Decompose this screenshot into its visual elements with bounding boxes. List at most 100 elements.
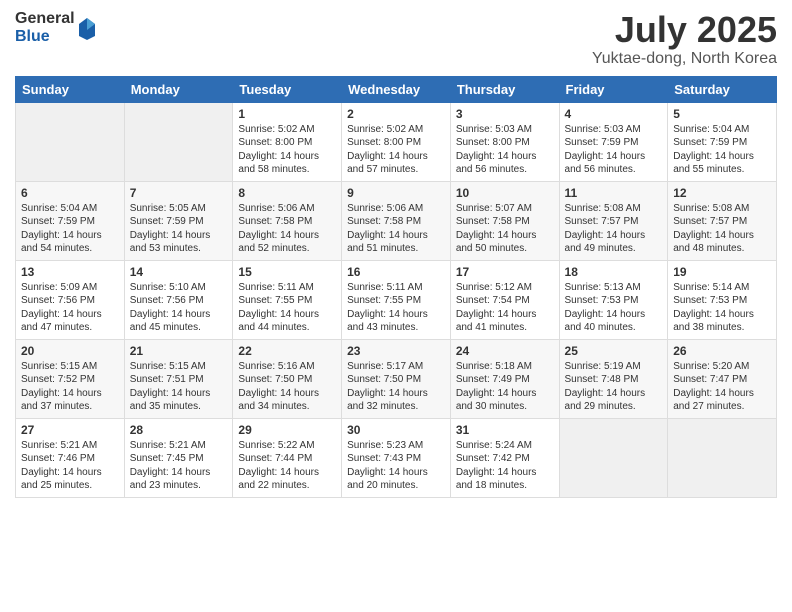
day-number: 8 xyxy=(238,186,336,200)
calendar-cell: 10 Sunrise: 5:07 AMSunset: 7:58 PMDayligh… xyxy=(450,181,559,260)
day-info: Sunrise: 5:22 AMSunset: 7:44 PMDaylight:… xyxy=(238,439,336,493)
day-info: Sunrise: 5:02 AMSunset: 8:00 PMDaylight:… xyxy=(238,123,336,177)
calendar-cell: 15 Sunrise: 5:11 AMSunset: 7:55 PMDayligh… xyxy=(233,260,342,339)
day-number: 1 xyxy=(238,107,336,121)
location-subtitle: Yuktae-dong, North Korea xyxy=(592,50,777,68)
logo: General Blue xyxy=(15,10,97,45)
day-number: 25 xyxy=(565,344,663,358)
day-info: Sunrise: 5:13 AMSunset: 7:53 PMDaylight:… xyxy=(565,281,663,335)
day-number: 28 xyxy=(130,423,228,437)
day-number: 18 xyxy=(565,265,663,279)
day-number: 10 xyxy=(456,186,554,200)
day-number: 12 xyxy=(673,186,771,200)
day-number: 3 xyxy=(456,107,554,121)
calendar-cell: 24 Sunrise: 5:18 AMSunset: 7:49 PMDayligh… xyxy=(450,339,559,418)
day-info: Sunrise: 5:23 AMSunset: 7:43 PMDaylight:… xyxy=(347,439,445,493)
day-number: 20 xyxy=(21,344,119,358)
day-info: Sunrise: 5:16 AMSunset: 7:50 PMDaylight:… xyxy=(238,360,336,414)
calendar-cell: 5Sunrise: 5:04 AMSunset: 7:59 PMDaylight… xyxy=(668,102,777,181)
calendar-cell: 21Sunrise: 5:15 AMSunset: 7:51 PMDayligh… xyxy=(124,339,233,418)
weekday-header-thursday: Thursday xyxy=(450,76,559,102)
day-number: 29 xyxy=(238,423,336,437)
day-number: 31 xyxy=(456,423,554,437)
calendar-cell: 30 Sunrise: 5:23 AMSunset: 7:43 PMDayligh… xyxy=(342,418,451,497)
calendar-cell: 9Sunrise: 5:06 AMSunset: 7:58 PMDaylight… xyxy=(342,181,451,260)
calendar-cell: 18 Sunrise: 5:13 AMSunset: 7:53 PMDayligh… xyxy=(559,260,668,339)
day-info: Sunrise: 5:12 AMSunset: 7:54 PMDaylight:… xyxy=(456,281,554,335)
logo-text: General Blue xyxy=(15,10,75,45)
day-info: Sunrise: 5:08 AMSunset: 7:57 PMDaylight:… xyxy=(565,202,663,256)
calendar-week-4: 27 Sunrise: 5:21 AMSunset: 7:46 PMDayligh… xyxy=(16,418,777,497)
day-info: Sunrise: 5:24 AMSunset: 7:42 PMDaylight:… xyxy=(456,439,554,493)
calendar-cell: 16Sunrise: 5:11 AMSunset: 7:55 PMDayligh… xyxy=(342,260,451,339)
day-info: Sunrise: 5:07 AMSunset: 7:58 PMDaylight:… xyxy=(456,202,554,256)
weekday-header-friday: Friday xyxy=(559,76,668,102)
day-number: 15 xyxy=(238,265,336,279)
calendar-week-1: 6 Sunrise: 5:04 AMSunset: 7:59 PMDaylight… xyxy=(16,181,777,260)
calendar-cell: 31 Sunrise: 5:24 AMSunset: 7:42 PMDayligh… xyxy=(450,418,559,497)
day-info: Sunrise: 5:08 AMSunset: 7:57 PMDaylight:… xyxy=(673,202,771,256)
weekday-header-monday: Monday xyxy=(124,76,233,102)
day-info: Sunrise: 5:18 AMSunset: 7:49 PMDaylight:… xyxy=(456,360,554,414)
weekday-header-sunday: Sunday xyxy=(16,76,125,102)
day-info: Sunrise: 5:15 AMSunset: 7:52 PMDaylight:… xyxy=(21,360,119,414)
day-info: Sunrise: 5:04 AMSunset: 7:59 PMDaylight:… xyxy=(21,202,119,256)
day-number: 4 xyxy=(565,107,663,121)
calendar-cell: 26Sunrise: 5:20 AMSunset: 7:47 PMDayligh… xyxy=(668,339,777,418)
logo-icon xyxy=(77,16,97,40)
day-number: 2 xyxy=(347,107,445,121)
weekday-header-saturday: Saturday xyxy=(668,76,777,102)
day-number: 19 xyxy=(673,265,771,279)
day-number: 14 xyxy=(130,265,228,279)
day-number: 22 xyxy=(238,344,336,358)
day-number: 21 xyxy=(130,344,228,358)
day-info: Sunrise: 5:11 AMSunset: 7:55 PMDaylight:… xyxy=(238,281,336,335)
title-block: July 2025 Yuktae-dong, North Korea xyxy=(592,10,777,68)
calendar-cell: 23 Sunrise: 5:17 AMSunset: 7:50 PMDayligh… xyxy=(342,339,451,418)
calendar-week-2: 13 Sunrise: 5:09 AMSunset: 7:56 PMDayligh… xyxy=(16,260,777,339)
calendar-cell: 11 Sunrise: 5:08 AMSunset: 7:57 PMDayligh… xyxy=(559,181,668,260)
calendar-cell: 29 Sunrise: 5:22 AMSunset: 7:44 PMDayligh… xyxy=(233,418,342,497)
calendar-cell: 6 Sunrise: 5:04 AMSunset: 7:59 PMDaylight… xyxy=(16,181,125,260)
header: General Blue July 2025 Yuktae-dong, Nort… xyxy=(15,10,777,68)
month-title: July 2025 xyxy=(592,10,777,50)
calendar-cell: 17 Sunrise: 5:12 AMSunset: 7:54 PMDayligh… xyxy=(450,260,559,339)
calendar-cell: 19 Sunrise: 5:14 AMSunset: 7:53 PMDayligh… xyxy=(668,260,777,339)
day-number: 7 xyxy=(130,186,228,200)
day-number: 23 xyxy=(347,344,445,358)
day-info: Sunrise: 5:04 AMSunset: 7:59 PMDaylight:… xyxy=(673,123,771,177)
day-info: Sunrise: 5:10 AMSunset: 7:56 PMDaylight:… xyxy=(130,281,228,335)
calendar-cell xyxy=(668,418,777,497)
calendar-week-0: 1 Sunrise: 5:02 AMSunset: 8:00 PMDaylight… xyxy=(16,102,777,181)
logo-blue: Blue xyxy=(15,28,75,46)
day-info: Sunrise: 5:21 AMSunset: 7:46 PMDaylight:… xyxy=(21,439,119,493)
logo-general: General xyxy=(15,10,75,28)
calendar-cell: 25Sunrise: 5:19 AMSunset: 7:48 PMDayligh… xyxy=(559,339,668,418)
calendar-cell: 20 Sunrise: 5:15 AMSunset: 7:52 PMDayligh… xyxy=(16,339,125,418)
weekday-header-wednesday: Wednesday xyxy=(342,76,451,102)
calendar-cell xyxy=(559,418,668,497)
day-info: Sunrise: 5:14 AMSunset: 7:53 PMDaylight:… xyxy=(673,281,771,335)
calendar-cell xyxy=(124,102,233,181)
calendar-cell: 14 Sunrise: 5:10 AMSunset: 7:56 PMDayligh… xyxy=(124,260,233,339)
day-info: Sunrise: 5:03 AMSunset: 8:00 PMDaylight:… xyxy=(456,123,554,177)
day-info: Sunrise: 5:09 AMSunset: 7:56 PMDaylight:… xyxy=(21,281,119,335)
day-number: 27 xyxy=(21,423,119,437)
day-info: Sunrise: 5:11 AMSunset: 7:55 PMDaylight:… xyxy=(347,281,445,335)
calendar-cell: 27 Sunrise: 5:21 AMSunset: 7:46 PMDayligh… xyxy=(16,418,125,497)
calendar-cell: 13 Sunrise: 5:09 AMSunset: 7:56 PMDayligh… xyxy=(16,260,125,339)
day-info: Sunrise: 5:17 AMSunset: 7:50 PMDaylight:… xyxy=(347,360,445,414)
day-number: 26 xyxy=(673,344,771,358)
calendar-cell: 22 Sunrise: 5:16 AMSunset: 7:50 PMDayligh… xyxy=(233,339,342,418)
page: General Blue July 2025 Yuktae-dong, Nort… xyxy=(0,0,792,612)
day-number: 13 xyxy=(21,265,119,279)
day-number: 6 xyxy=(21,186,119,200)
day-info: Sunrise: 5:21 AMSunset: 7:45 PMDaylight:… xyxy=(130,439,228,493)
day-number: 11 xyxy=(565,186,663,200)
calendar-cell: 8Sunrise: 5:06 AMSunset: 7:58 PMDaylight… xyxy=(233,181,342,260)
day-number: 17 xyxy=(456,265,554,279)
day-info: Sunrise: 5:06 AMSunset: 7:58 PMDaylight:… xyxy=(347,202,445,256)
calendar-cell xyxy=(16,102,125,181)
day-number: 30 xyxy=(347,423,445,437)
day-number: 24 xyxy=(456,344,554,358)
